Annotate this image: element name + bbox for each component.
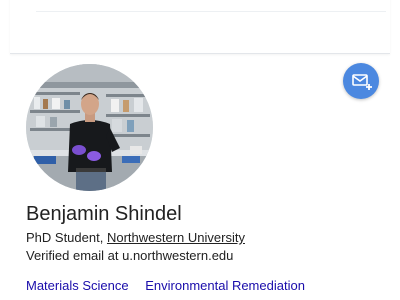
top-panel: ·· · ·· · · · · · · (10, 0, 390, 54)
profile-page: ·· · ·· · · · · · · (0, 0, 400, 300)
interest-link-environmental-remediation[interactable]: Environmental Remediation (145, 278, 305, 293)
panel-divider (36, 11, 386, 12)
follow-email-button[interactable] (343, 63, 379, 99)
research-interests: Materials Science Environmental Remediat… (26, 278, 318, 293)
verified-email: Verified email at u.northwestern.edu (26, 248, 234, 263)
avatar (26, 64, 153, 191)
top-panel-cut-text: ·· · ·· · · · · · · (90, 0, 174, 2)
email-follow-icon (352, 74, 372, 90)
affiliation: PhD Student, Northwestern University (26, 230, 245, 245)
profile-name: Benjamin Shindel (26, 203, 182, 225)
role-text: PhD Student, (26, 230, 107, 245)
institution-link[interactable]: Northwestern University (107, 230, 245, 245)
interest-link-materials-science[interactable]: Materials Science (26, 278, 129, 293)
